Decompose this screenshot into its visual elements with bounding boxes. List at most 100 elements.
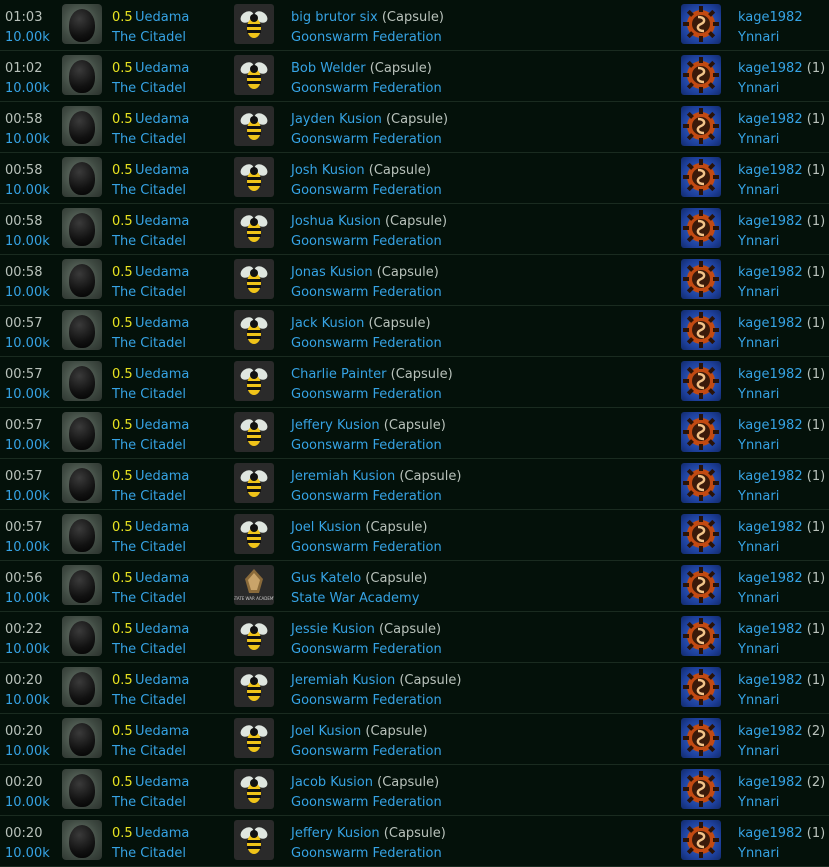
- victim-name[interactable]: Joel Kusion (Capsule): [291, 722, 427, 742]
- system-link[interactable]: Uedama: [135, 161, 189, 181]
- attacker-name[interactable]: kage1982 (1): [738, 518, 825, 538]
- killmail-row[interactable]: 00:58 10.00k 0.5 Uedama The Citadel Jona…: [0, 255, 829, 306]
- system-link[interactable]: Uedama: [135, 569, 189, 589]
- capsule-icon[interactable]: [62, 718, 102, 758]
- ynnari-gear-icon[interactable]: [681, 412, 721, 452]
- system-link[interactable]: Uedama: [135, 773, 189, 793]
- bee-icon[interactable]: [234, 106, 274, 146]
- attacker-name[interactable]: kage1982 (1): [738, 416, 825, 436]
- victim-corp-link[interactable]: Goonswarm Federation: [291, 181, 442, 201]
- killmail-row[interactable]: 00:57 10.00k 0.5 Uedama The Citadel Joel…: [0, 510, 829, 561]
- ynnari-gear-icon[interactable]: [681, 259, 721, 299]
- system-link[interactable]: Uedama: [135, 620, 189, 640]
- capsule-icon[interactable]: [62, 616, 102, 656]
- ynnari-gear-icon[interactable]: [681, 55, 721, 95]
- bee-icon[interactable]: [234, 718, 274, 758]
- victim-name[interactable]: Jack Kusion (Capsule): [291, 314, 431, 334]
- attacker-corp-link[interactable]: Ynnari: [738, 28, 779, 48]
- attacker-name[interactable]: kage1982 (1): [738, 671, 825, 691]
- killmail-row[interactable]: 00:57 10.00k 0.5 Uedama The Citadel Jere…: [0, 459, 829, 510]
- region-link[interactable]: The Citadel: [112, 742, 186, 762]
- ynnari-gear-icon[interactable]: [681, 616, 721, 656]
- victim-name[interactable]: Jacob Kusion (Capsule): [291, 773, 439, 793]
- bee-icon[interactable]: [234, 412, 274, 452]
- victim-corp-link[interactable]: Goonswarm Federation: [291, 742, 442, 762]
- attacker-name[interactable]: kage1982 (2): [738, 773, 825, 793]
- victim-corp-link[interactable]: Goonswarm Federation: [291, 538, 442, 558]
- capsule-icon[interactable]: [62, 106, 102, 146]
- ynnari-gear-icon[interactable]: [681, 361, 721, 401]
- region-link[interactable]: The Citadel: [112, 793, 186, 813]
- capsule-icon[interactable]: [62, 4, 102, 44]
- bee-icon[interactable]: [234, 361, 274, 401]
- victim-name[interactable]: Jeffery Kusion (Capsule): [291, 416, 446, 436]
- victim-name[interactable]: Charlie Painter (Capsule): [291, 365, 453, 385]
- killmail-row[interactable]: 00:58 10.00k 0.5 Uedama The Citadel Jayd…: [0, 102, 829, 153]
- capsule-icon[interactable]: [62, 157, 102, 197]
- attacker-name[interactable]: kage1982 (1): [738, 110, 825, 130]
- bee-icon[interactable]: [234, 769, 274, 809]
- victim-name[interactable]: Jonas Kusion (Capsule): [291, 263, 439, 283]
- victim-corp-link[interactable]: Goonswarm Federation: [291, 79, 442, 99]
- victim-corp-link[interactable]: Goonswarm Federation: [291, 640, 442, 660]
- bee-icon[interactable]: [234, 667, 274, 707]
- bee-icon[interactable]: [234, 514, 274, 554]
- attacker-corp-link[interactable]: Ynnari: [738, 640, 779, 660]
- attacker-corp-link[interactable]: Ynnari: [738, 742, 779, 762]
- killmail-row[interactable]: 00:57 10.00k 0.5 Uedama The Citadel Jeff…: [0, 408, 829, 459]
- capsule-icon[interactable]: [62, 208, 102, 248]
- attacker-corp-link[interactable]: Ynnari: [738, 232, 779, 252]
- attacker-corp-link[interactable]: Ynnari: [738, 793, 779, 813]
- attacker-name[interactable]: kage1982 (1): [738, 314, 825, 334]
- system-link[interactable]: Uedama: [135, 518, 189, 538]
- region-link[interactable]: The Citadel: [112, 28, 186, 48]
- killmail-row[interactable]: 00:56 10.00k 0.5 Uedama The Citadel STAT…: [0, 561, 829, 612]
- attacker-corp-link[interactable]: Ynnari: [738, 385, 779, 405]
- region-link[interactable]: The Citadel: [112, 79, 186, 99]
- attacker-name[interactable]: kage1982 (1): [738, 620, 825, 640]
- attacker-corp-link[interactable]: Ynnari: [738, 79, 779, 99]
- attacker-corp-link[interactable]: Ynnari: [738, 181, 779, 201]
- system-link[interactable]: Uedama: [135, 671, 189, 691]
- region-link[interactable]: The Citadel: [112, 436, 186, 456]
- victim-name[interactable]: big brutor six (Capsule): [291, 8, 444, 28]
- ynnari-gear-icon[interactable]: [681, 820, 721, 860]
- victim-corp-link[interactable]: Goonswarm Federation: [291, 487, 442, 507]
- region-link[interactable]: The Citadel: [112, 844, 186, 864]
- region-link[interactable]: The Citadel: [112, 385, 186, 405]
- bee-icon[interactable]: [234, 820, 274, 860]
- attacker-corp-link[interactable]: Ynnari: [738, 487, 779, 507]
- region-link[interactable]: The Citadel: [112, 130, 186, 150]
- bee-icon[interactable]: [234, 259, 274, 299]
- region-link[interactable]: The Citadel: [112, 487, 186, 507]
- bee-icon[interactable]: [234, 616, 274, 656]
- region-link[interactable]: The Citadel: [112, 589, 186, 609]
- attacker-name[interactable]: kage1982 (1): [738, 569, 825, 589]
- attacker-corp-link[interactable]: Ynnari: [738, 589, 779, 609]
- victim-corp-link[interactable]: Goonswarm Federation: [291, 28, 442, 48]
- victim-name[interactable]: Josh Kusion (Capsule): [291, 161, 431, 181]
- system-link[interactable]: Uedama: [135, 314, 189, 334]
- system-link[interactable]: Uedama: [135, 8, 189, 28]
- capsule-icon[interactable]: [62, 565, 102, 605]
- killmail-row[interactable]: 00:20 10.00k 0.5 Uedama The Citadel Jaco…: [0, 765, 829, 816]
- capsule-icon[interactable]: [62, 820, 102, 860]
- system-link[interactable]: Uedama: [135, 59, 189, 79]
- attacker-corp-link[interactable]: Ynnari: [738, 283, 779, 303]
- attacker-name[interactable]: kage1982: [738, 8, 803, 28]
- victim-corp-link[interactable]: Goonswarm Federation: [291, 793, 442, 813]
- killmail-row[interactable]: 00:58 10.00k 0.5 Uedama The Citadel Josh…: [0, 153, 829, 204]
- victim-corp-link[interactable]: Goonswarm Federation: [291, 334, 442, 354]
- victim-corp-link[interactable]: Goonswarm Federation: [291, 130, 442, 150]
- attacker-corp-link[interactable]: Ynnari: [738, 130, 779, 150]
- capsule-icon[interactable]: [62, 463, 102, 503]
- victim-name[interactable]: Jeremiah Kusion (Capsule): [291, 671, 461, 691]
- victim-corp-link[interactable]: Goonswarm Federation: [291, 691, 442, 711]
- capsule-icon[interactable]: [62, 514, 102, 554]
- attacker-name[interactable]: kage1982 (1): [738, 365, 825, 385]
- victim-corp-link[interactable]: Goonswarm Federation: [291, 385, 442, 405]
- attacker-corp-link[interactable]: Ynnari: [738, 436, 779, 456]
- region-link[interactable]: The Citadel: [112, 181, 186, 201]
- region-link[interactable]: The Citadel: [112, 691, 186, 711]
- bee-icon[interactable]: [234, 208, 274, 248]
